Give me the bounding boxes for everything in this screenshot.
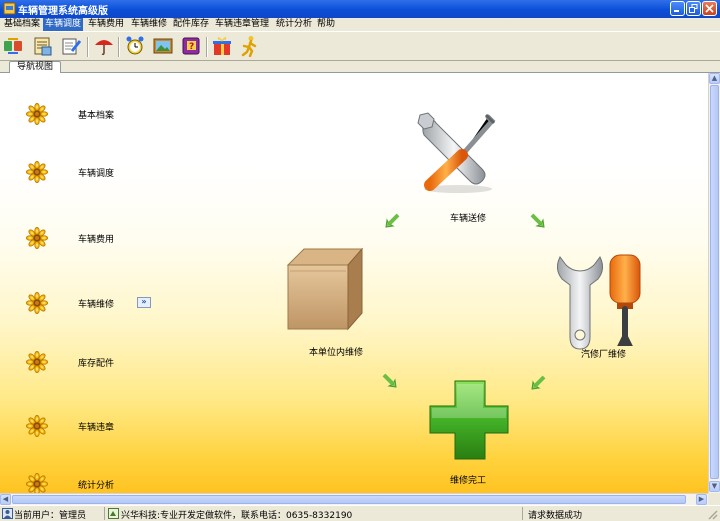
status-bar: 当前用户：管理员 兴华科技:专业开发定做软件，联系电话：0635-8332190… bbox=[0, 505, 720, 521]
minimize-icon bbox=[674, 10, 679, 12]
vertical-scroll-thumb[interactable] bbox=[710, 85, 719, 479]
help-book-icon[interactable]: ? bbox=[180, 35, 202, 57]
horizontal-scrollbar[interactable]: ◀ ▶ bbox=[0, 493, 708, 505]
tools-icon[interactable] bbox=[417, 112, 496, 193]
flower-icon bbox=[26, 161, 48, 183]
edit-document-icon[interactable] bbox=[60, 35, 82, 57]
scroll-right-button[interactable]: ▶ bbox=[696, 494, 707, 505]
nav-label: 库存配件 bbox=[78, 359, 115, 369]
scroll-down-button[interactable]: ▼ bbox=[709, 481, 720, 492]
menu-vehicle-repair[interactable]: 车辆维修 bbox=[129, 18, 169, 31]
documents-icon[interactable] bbox=[32, 35, 54, 57]
completion-cross-icon[interactable] bbox=[429, 380, 509, 460]
restore-button[interactable] bbox=[686, 1, 701, 16]
flow-label-send-repair[interactable]: 车辆送修 bbox=[450, 211, 486, 224]
flower-icon bbox=[26, 103, 48, 125]
horizontal-scroll-thumb[interactable] bbox=[12, 495, 686, 504]
status-message: 请求数据成功 bbox=[528, 511, 583, 521]
menu-basic-archives[interactable]: 基础档案 bbox=[2, 18, 42, 31]
arrow-down-left-icon-2 bbox=[530, 375, 546, 391]
company-icon bbox=[108, 508, 119, 519]
flower-icon bbox=[26, 473, 48, 493]
picture-icon[interactable] bbox=[152, 35, 174, 57]
toolbar: ? bbox=[0, 31, 720, 61]
close-icon bbox=[705, 4, 714, 13]
box-icon[interactable] bbox=[286, 247, 364, 331]
svg-text:?: ? bbox=[189, 42, 194, 52]
status-company-info: 兴华科技:专业开发定做软件，联系电话：0635-8332190 bbox=[121, 511, 353, 521]
flower-icon bbox=[26, 351, 48, 373]
expand-chevron-icon[interactable]: » bbox=[137, 297, 151, 308]
flow-label-repair-done[interactable]: 维修完工 bbox=[450, 473, 486, 486]
flow-label-external-repair[interactable]: 汽修厂维修 bbox=[581, 347, 626, 360]
nav-label: 车辆违章 bbox=[78, 423, 115, 433]
nav-label: 车辆费用 bbox=[78, 235, 115, 245]
tab-navigation-view[interactable]: 导航视图 bbox=[9, 61, 61, 73]
tab-strip: 导航视图 bbox=[0, 61, 720, 73]
menu-parts-inventory[interactable]: 配件库存 bbox=[171, 18, 211, 31]
scroll-left-button[interactable]: ◀ bbox=[0, 494, 11, 505]
navigation-view: 基本档案 车辆调度 车辆费用 车辆维修 库存配件 车辆违章 统计分析 » 车辆送… bbox=[0, 73, 708, 493]
user-icon bbox=[2, 508, 13, 519]
menu-statistics[interactable]: 统计分析 bbox=[274, 18, 314, 31]
gift-icon[interactable] bbox=[211, 35, 233, 57]
scroll-up-button[interactable]: ▲ bbox=[709, 73, 720, 84]
title-bar: 车辆管理系统高级版 bbox=[0, 0, 720, 18]
menu-violation-management[interactable]: 车辆违章管理 bbox=[213, 18, 271, 31]
nav-label: 统计分析 bbox=[78, 481, 115, 491]
menu-vehicle-expenses[interactable]: 车辆费用 bbox=[86, 18, 126, 31]
flower-icon bbox=[26, 415, 48, 437]
nav-label: 基本档案 bbox=[78, 111, 115, 121]
menu-help[interactable]: 帮助 bbox=[315, 18, 337, 31]
workshop-tools-icon[interactable] bbox=[556, 254, 641, 350]
app-icon bbox=[3, 2, 16, 15]
flow-label-internal-repair[interactable]: 本单位内维修 bbox=[309, 345, 363, 358]
exchange-icon[interactable] bbox=[3, 35, 25, 57]
menu-vehicle-dispatch[interactable]: 车辆调度 bbox=[43, 18, 84, 31]
menu-bar: 基础档案 车辆调度 车辆费用 车辆维修 配件库存 车辆违章管理 统计分析 帮助 bbox=[0, 18, 720, 31]
window-title: 车辆管理系统高级版 bbox=[18, 6, 108, 17]
umbrella-icon[interactable] bbox=[93, 35, 115, 57]
arrow-down-right-icon-2 bbox=[382, 373, 398, 389]
running-man-icon[interactable] bbox=[239, 35, 261, 57]
vertical-scrollbar[interactable]: ▲ ▼ bbox=[708, 73, 720, 493]
minimize-button[interactable] bbox=[670, 1, 685, 16]
alarm-clock-icon[interactable] bbox=[124, 35, 146, 57]
flower-icon bbox=[26, 292, 48, 314]
nav-label: 车辆调度 bbox=[78, 169, 115, 179]
resize-grip-icon[interactable] bbox=[706, 508, 718, 520]
nav-label: 车辆维修 bbox=[78, 300, 115, 310]
close-button[interactable] bbox=[702, 1, 717, 16]
arrow-down-right-icon bbox=[530, 213, 546, 229]
status-current-user: 当前用户：管理员 bbox=[14, 511, 87, 521]
restore-icon bbox=[689, 4, 698, 13]
arrow-down-left-icon bbox=[384, 213, 400, 229]
flower-icon bbox=[26, 227, 48, 249]
